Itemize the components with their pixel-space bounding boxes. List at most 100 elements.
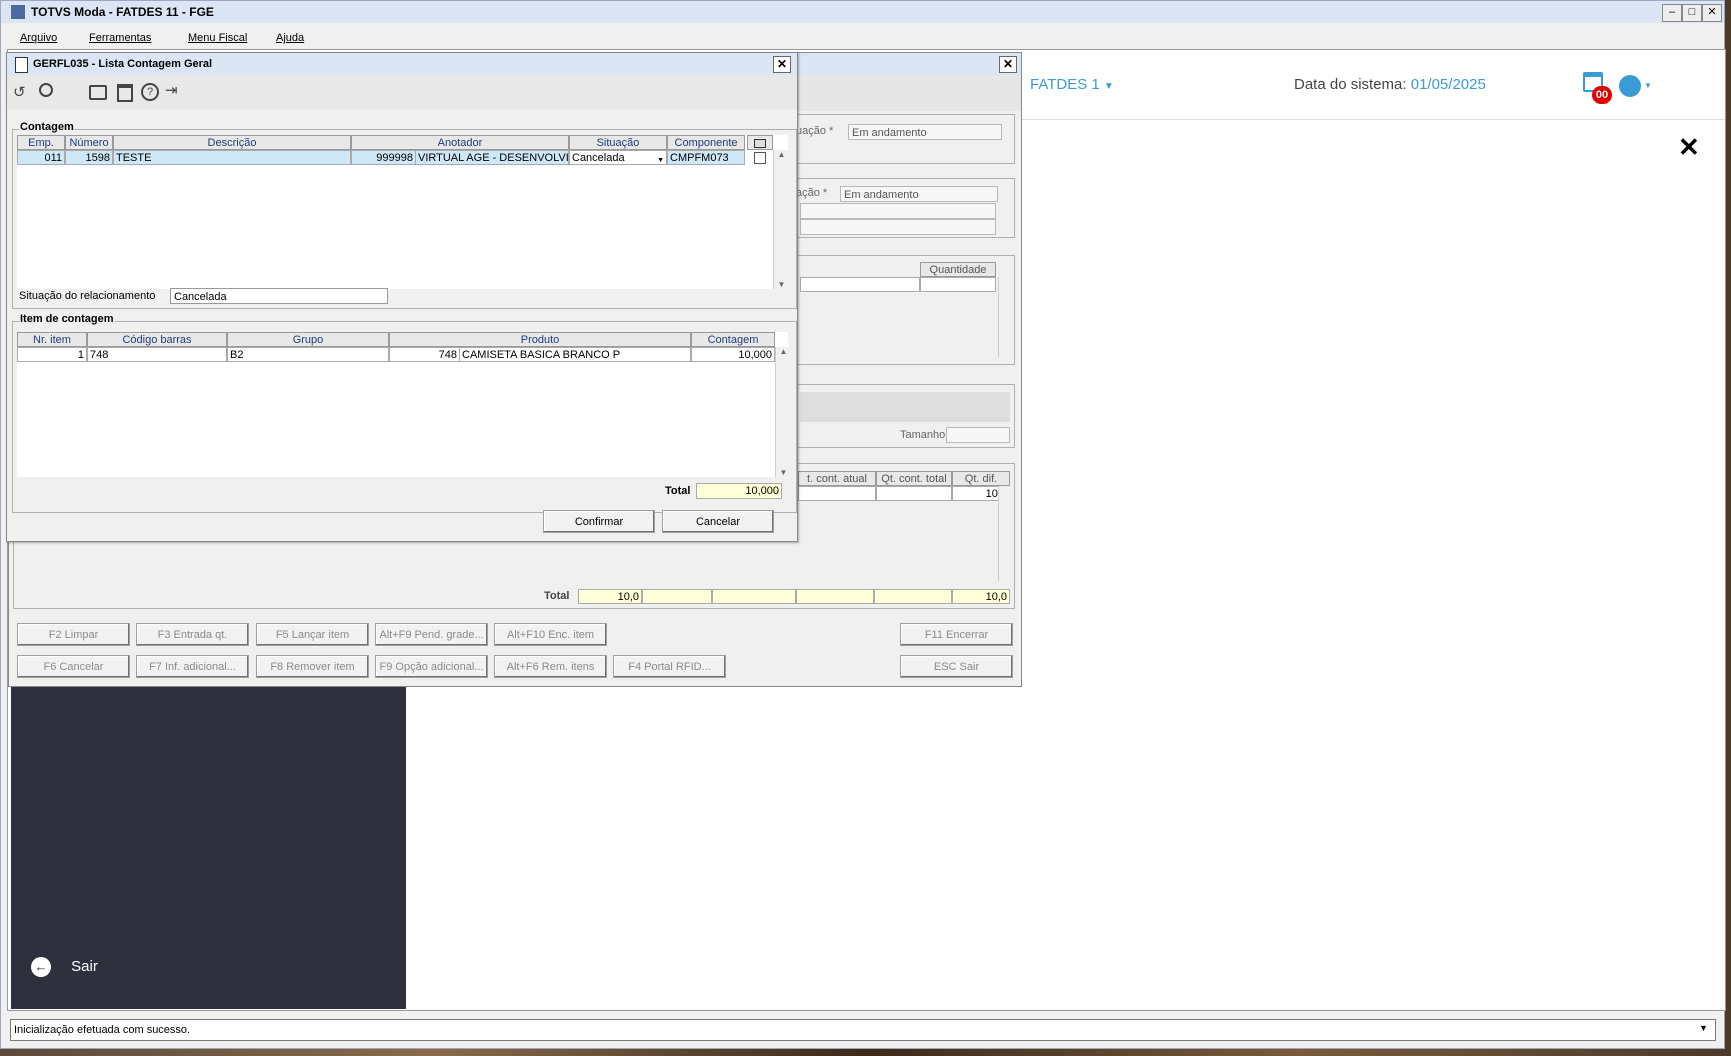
bg-field-a[interactable] — [800, 203, 996, 219]
alt-f9-pend-grade-button[interactable]: Alt+F9 Pend. grade... — [375, 623, 488, 646]
bg-grid-2-scrollbar[interactable] — [998, 486, 1014, 581]
menu-arquivo[interactable]: Arquivo — [20, 32, 57, 44]
scroll-down-icon[interactable]: ▼ — [774, 280, 789, 289]
item-nr[interactable]: 1 — [17, 347, 87, 362]
status-dropdown-icon[interactable]: ▼ — [1699, 1023, 1708, 1033]
header-codigo-barras[interactable]: Código barras — [87, 332, 227, 347]
bg-grid-cell — [800, 277, 920, 292]
dropdown-arrow-icon: ▼ — [657, 157, 664, 164]
scroll-down-icon[interactable]: ▼ — [776, 468, 791, 477]
minimize-button[interactable]: – — [1662, 4, 1682, 22]
f3-entrada-button[interactable]: F3 Entrada qt. — [136, 623, 249, 646]
item-grupo[interactable]: B2 — [227, 347, 389, 362]
company-selector[interactable]: FATDES 1 ▼ — [1030, 76, 1114, 93]
header-descricao[interactable]: Descrição — [113, 135, 351, 150]
bg-situacao-label-1: uação * — [796, 125, 834, 137]
bg-header-cont-atual[interactable]: t. cont. atual — [798, 471, 876, 486]
header-anotador[interactable]: Anotador — [351, 135, 569, 150]
cancel-button[interactable]: Cancelar — [662, 510, 774, 533]
row-anotador-name[interactable]: VIRTUAL AGE - DESENVOLVIM — [415, 150, 569, 165]
f4-portal-rfid-button[interactable]: F4 Portal RFID... — [613, 655, 726, 678]
row-numero[interactable]: 1598 — [65, 150, 113, 165]
company-name: FATDES 1 — [1030, 76, 1100, 93]
item-produto-name[interactable]: CAMISETA BASICA BRANCO P — [459, 347, 691, 362]
system-date: Data do sistema: 01/05/2025 — [1294, 76, 1486, 93]
bg-situacao-field-2: Em andamento — [840, 186, 998, 202]
f7-inf-adicional-button[interactable]: F7 Inf. adicional... — [136, 655, 249, 678]
bg-total-1: 10,0 — [578, 589, 642, 604]
row-descricao[interactable]: TESTE — [113, 150, 351, 165]
help-icon[interactable]: ? — [141, 83, 159, 101]
close-icon[interactable]: ✕ — [1678, 132, 1700, 163]
user-icon[interactable] — [1619, 75, 1641, 97]
menu-ferramentas[interactable]: Ferramentas — [89, 32, 151, 44]
search-icon[interactable] — [39, 83, 53, 97]
bg-tamanho-field — [946, 427, 1010, 443]
menu-ajuda[interactable]: Ajuda — [276, 32, 304, 44]
esc-sair-button[interactable]: ESC Sair — [900, 655, 1013, 678]
bg-close-button[interactable]: ✕ — [999, 56, 1017, 73]
f9-opcao-adicional-button[interactable]: F9 Opção adicional... — [375, 655, 488, 678]
exit-icon[interactable]: ⇥ — [165, 81, 178, 99]
bg-grid-1-scrollbar[interactable] — [998, 277, 1014, 357]
row-situacao-select[interactable]: Cancelada ▼ — [569, 150, 667, 165]
item-scrollbar[interactable]: ▲ ▼ — [775, 347, 791, 477]
bg-gray-band — [800, 392, 1010, 422]
printer-icon[interactable] — [89, 85, 107, 100]
bg-tamanho-label: Tamanho — [900, 429, 946, 441]
item-contagem[interactable]: 10,000 — [691, 347, 775, 362]
item-produto-code[interactable]: 748 — [389, 347, 459, 362]
menu-bar: Arquivo Ferramentas Menu Fiscal Ajuda — [1, 28, 1724, 48]
bg-header-cont-total[interactable]: Qt. cont. total — [876, 471, 952, 486]
situacao-rel-field: Cancelada — [170, 288, 388, 304]
f5-lancar-item-button[interactable]: F5 Lançar item — [256, 623, 369, 646]
f8-remover-item-button[interactable]: F8 Remover item — [256, 655, 369, 678]
header-produto[interactable]: Produto — [389, 332, 691, 347]
contagem-scrollbar[interactable]: ▲ ▼ — [773, 150, 789, 289]
f11-encerrar-button[interactable]: F11 Encerrar — [900, 623, 1013, 646]
bg-quantidade-header[interactable]: Quantidade — [920, 262, 996, 277]
maximize-button[interactable]: □ — [1682, 4, 1702, 22]
refresh-icon[interactable]: ↺ — [13, 83, 26, 101]
arrow-left-icon: ← — [31, 957, 51, 977]
close-window-button[interactable]: ✕ — [1702, 4, 1722, 22]
bg-total-6: 10,0 — [952, 589, 1010, 604]
menu-fiscal[interactable]: Menu Fiscal — [188, 32, 247, 44]
checkbox-icon — [754, 139, 766, 148]
header-grupo[interactable]: Grupo — [227, 332, 389, 347]
item-codigo[interactable]: 748 — [87, 347, 227, 362]
bg-header-dif[interactable]: Qt. dif. — [952, 471, 1010, 486]
bg-cell-cont-total — [876, 486, 952, 501]
bg-field-b[interactable] — [800, 219, 996, 235]
header-emp[interactable]: Emp. — [17, 135, 65, 150]
bg-total-label: Total — [544, 590, 570, 602]
alt-f10-enc-item-button[interactable]: Alt+F10 Enc. item — [494, 623, 607, 646]
f6-cancelar-button[interactable]: F6 Cancelar — [17, 655, 130, 678]
bg-situacao-select-1[interactable]: Em andamento — [848, 124, 1002, 140]
item-grid: Nr. item Código barras Grupo Produto Con… — [17, 332, 791, 477]
calendar-small-icon[interactable] — [117, 84, 133, 102]
header-numero[interactable]: Número — [65, 135, 113, 150]
f2-limpar-button[interactable]: F2 Limpar — [17, 623, 130, 646]
confirm-button[interactable]: Confirmar — [543, 510, 655, 533]
header-componente[interactable]: Componente — [667, 135, 745, 150]
item-group: Item de contagem Nr. item Código barras … — [12, 313, 797, 513]
header-nr-item[interactable]: Nr. item — [17, 332, 87, 347]
select-all-checkbox[interactable] — [747, 135, 773, 150]
item-total-label: Total — [665, 485, 691, 497]
row-emp[interactable]: 011 — [17, 150, 65, 165]
header-contagem[interactable]: Contagem — [691, 332, 775, 347]
scroll-up-icon[interactable]: ▲ — [776, 347, 791, 356]
exit-menu-item[interactable]: ← Sair — [31, 957, 98, 977]
alt-f6-rem-itens-button[interactable]: Alt+F6 Rem. itens — [494, 655, 607, 678]
contagem-dialog: GERFL035 - Lista Contagem Geral ✕ ↺ ? ⇥ … — [6, 52, 798, 542]
row-checkbox[interactable] — [754, 152, 766, 164]
scroll-up-icon[interactable]: ▲ — [774, 150, 789, 159]
bg-cell-cont-atual — [798, 486, 876, 501]
dialog-close-button[interactable]: ✕ — [773, 56, 791, 73]
header-divider — [1018, 119, 1725, 120]
row-componente[interactable]: CMPFM073 — [667, 150, 745, 165]
header-situacao[interactable]: Situação — [569, 135, 667, 150]
user-chevron-down-icon[interactable]: ▼ — [1644, 81, 1652, 90]
row-anotador-code[interactable]: 999998 — [351, 150, 415, 165]
